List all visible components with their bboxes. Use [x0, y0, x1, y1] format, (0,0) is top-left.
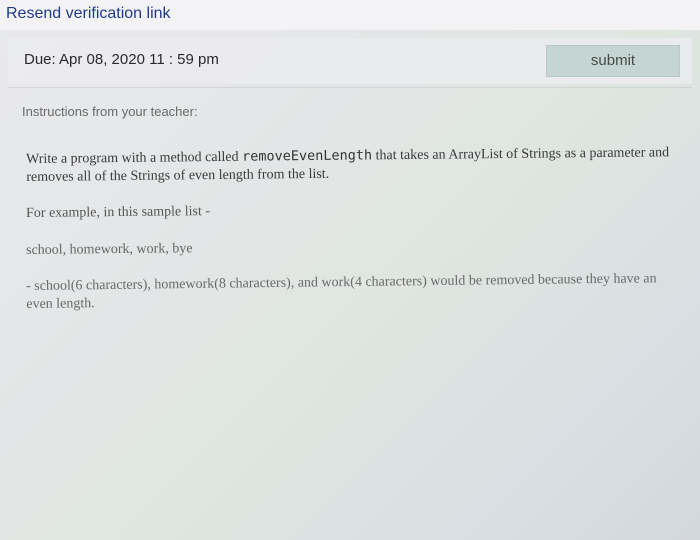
method-name-code: removeEvenLength: [241, 147, 373, 165]
due-bar: Due: Apr 08, 2020 11 : 59 pm submit: [8, 38, 692, 84]
divider: [8, 87, 692, 88]
resend-verification-link[interactable]: Resend verification link: [6, 5, 171, 23]
removal-note: - school(6 characters), homework(8 chara…: [26, 271, 657, 312]
submit-button[interactable]: submit: [546, 45, 680, 77]
due-date: Due: Apr 08, 2020 11 : 59 pm: [24, 51, 219, 68]
example-intro: For example, in this sample list -: [26, 204, 211, 221]
instructions-text-start: Write a program with a method called: [26, 149, 243, 167]
sample-list: school, homework, work, bye: [26, 241, 193, 258]
instructions-paragraph: Write a program with a method called rem…: [26, 143, 686, 187]
instructions-heading: Instructions from your teacher:: [22, 104, 198, 119]
top-bar: Resend verification link: [0, 0, 700, 30]
